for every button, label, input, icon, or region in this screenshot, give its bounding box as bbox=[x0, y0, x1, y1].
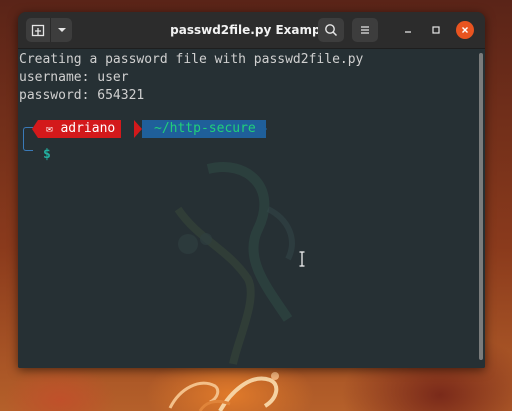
close-button[interactable] bbox=[456, 21, 474, 39]
vertical-scrollbar[interactable] bbox=[479, 53, 483, 360]
prompt-path-segment: ~/http-secure bbox=[142, 120, 266, 138]
hamburger-menu-icon bbox=[361, 26, 369, 34]
terminal-background-art bbox=[174, 162, 295, 365]
minimize-button[interactable] bbox=[399, 21, 417, 39]
new-tab-icon bbox=[31, 24, 45, 37]
terminal-window: passwd2file.py Example Creating a passwo… bbox=[18, 12, 485, 368]
prompt-separator bbox=[259, 120, 267, 138]
close-icon bbox=[462, 27, 468, 33]
wallpaper-artwork bbox=[168, 372, 279, 411]
new-tab-split-button bbox=[26, 18, 72, 42]
shell-prompt: ✉ adriano ~/http-secure bbox=[20, 119, 320, 151]
prompt-symbol: $ bbox=[43, 147, 51, 162]
output-line: password: 654321 bbox=[19, 88, 145, 103]
terminal-output-area[interactable]: Creating a password file with passwd2fil… bbox=[18, 49, 485, 368]
new-tab-menu-button[interactable] bbox=[50, 18, 72, 42]
maximize-button[interactable] bbox=[427, 21, 445, 39]
text-cursor-icon bbox=[299, 251, 305, 267]
minimize-icon bbox=[405, 31, 411, 33]
search-icon bbox=[325, 24, 338, 37]
maximize-icon bbox=[432, 26, 440, 34]
main-menu-button[interactable] bbox=[352, 18, 378, 42]
chevron-down-icon bbox=[57, 28, 66, 32]
search-button[interactable] bbox=[318, 18, 344, 42]
prompt-user-segment: ✉ adriano bbox=[38, 120, 122, 138]
user-icon: ✉ bbox=[46, 122, 53, 135]
new-tab-button[interactable] bbox=[26, 18, 50, 42]
title-bar[interactable]: passwd2file.py Example bbox=[18, 12, 485, 49]
prompt-separator bbox=[134, 120, 142, 138]
output-line: username: user bbox=[19, 70, 129, 85]
prompt-path: ~/http-secure bbox=[154, 121, 256, 136]
prompt-username: adriano bbox=[60, 121, 116, 136]
output-line: Creating a password file with passwd2fil… bbox=[19, 52, 364, 67]
